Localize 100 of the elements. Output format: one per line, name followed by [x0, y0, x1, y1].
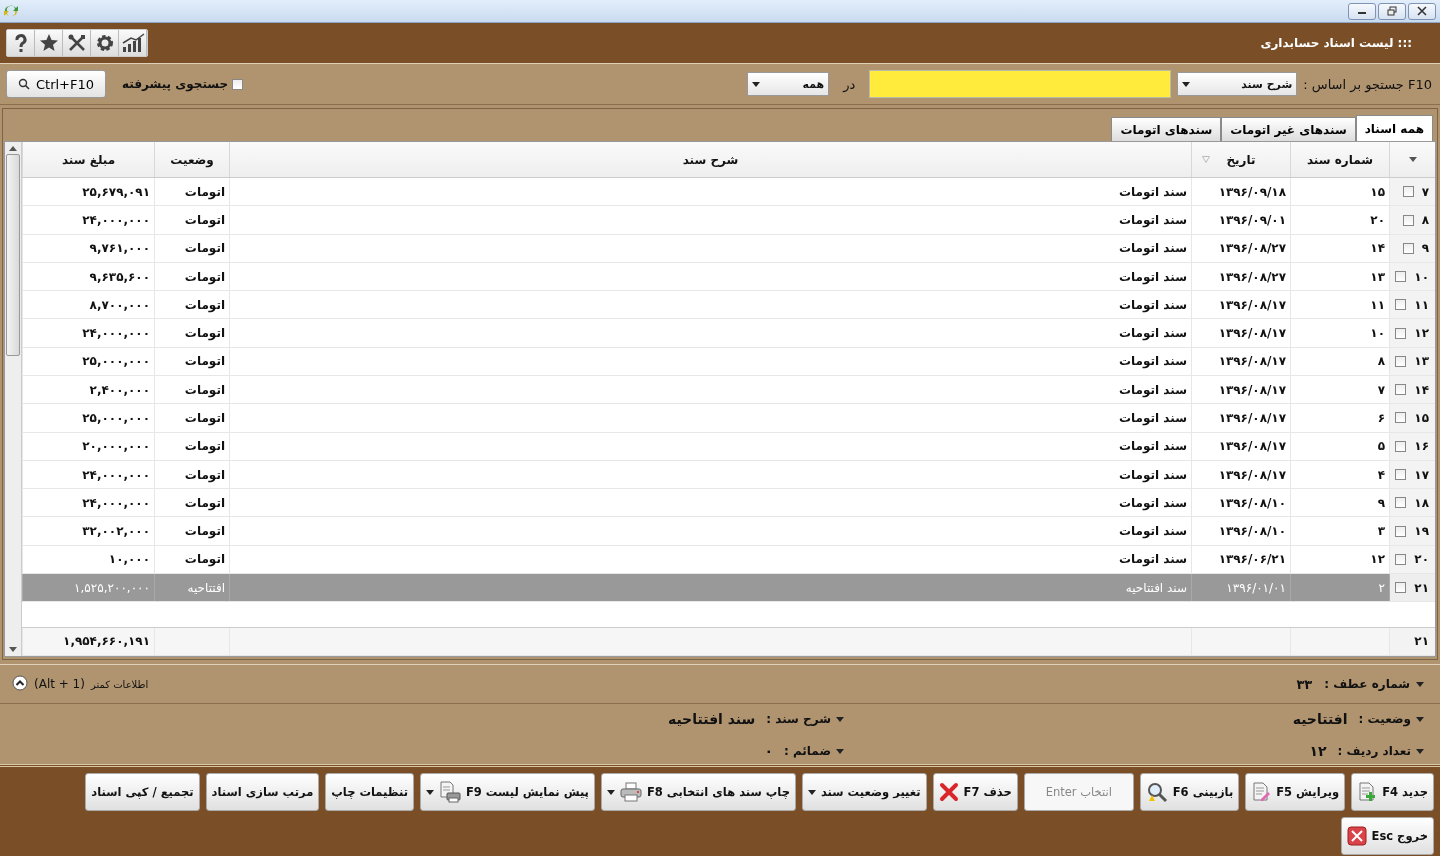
action-button[interactable]: تجمیع / کپی اسناد — [85, 773, 200, 811]
action-button[interactable]: چاپ سند های انتخابی F8 — [600, 773, 796, 811]
close-icon — [1346, 826, 1367, 846]
restore-icon — [1387, 6, 1397, 16]
help-icon[interactable] — [7, 30, 35, 56]
less-info-label: اطلاعات کمتر — [90, 678, 149, 690]
magnifier-icon — [1145, 781, 1168, 803]
table-cell: اتومات — [154, 319, 229, 347]
scroll-up-icon[interactable] — [9, 146, 17, 151]
row-checkbox[interactable] — [1402, 242, 1414, 254]
window-title: ::: لیست اسناد حسابداری — [1260, 36, 1412, 50]
row-number: ۸ — [1421, 213, 1429, 227]
table-cell: سند اتومات — [229, 517, 1191, 545]
action-button[interactable]: تنظیمات چاپ — [325, 773, 414, 811]
settings-icon[interactable] — [91, 30, 119, 56]
action-button[interactable]: ویرایش F5 — [1245, 773, 1346, 811]
row-checkbox[interactable] — [1395, 327, 1407, 339]
table-cell: اتومات — [154, 291, 229, 319]
search-field[interactable] — [869, 70, 1172, 98]
scroll-down-icon[interactable] — [9, 647, 17, 652]
table-cell: ۴ — [1290, 460, 1389, 489]
reference-number-value: ۳۳ — [1296, 676, 1313, 692]
caret-icon — [836, 748, 844, 754]
detail-value: ۰ — [763, 743, 774, 759]
action-button[interactable]: بازبینی F6 — [1139, 773, 1240, 811]
table-cell: ۸ — [1290, 347, 1389, 376]
close-icon — [1417, 6, 1427, 16]
column-header[interactable]: وضعیت — [154, 142, 229, 178]
scrollbar[interactable] — [5, 142, 22, 656]
table-cell: ۱۳۹۶/۰۸/۱۷ — [1191, 460, 1290, 489]
row-checkbox[interactable] — [1395, 497, 1407, 509]
search-by-label: F10 جستجو بر اساس : — [1303, 76, 1432, 92]
column-header[interactable]: شرح سند — [229, 142, 1191, 178]
table-cell: اتومات — [154, 460, 229, 489]
table-cell: ۱۳۹۶/۰۹/۱۸ — [1191, 178, 1290, 206]
tools-icon[interactable] — [63, 30, 91, 56]
table-cell: ۷ — [1290, 376, 1389, 404]
search-field-dropdown[interactable]: شرح سند — [1177, 72, 1298, 96]
table-cell: سند اتومات — [229, 404, 1191, 432]
table-cell: سند اتومات — [229, 460, 1191, 489]
tab[interactable]: سندهای اتومات — [1111, 117, 1222, 141]
row-checkbox[interactable] — [1402, 186, 1414, 198]
action-button[interactable]: تغییر وضعیت سند — [801, 773, 927, 811]
table-cell: سند اتومات — [229, 319, 1191, 347]
table-cell: ۱۲ — [1290, 545, 1389, 573]
table-cell: ۱۳۹۶/۰۸/۱۷ — [1191, 432, 1290, 460]
row-checkbox[interactable] — [1395, 299, 1407, 311]
row-checkbox[interactable] — [1395, 525, 1407, 537]
table-cell: ۱۳۹۶/۰۱/۰۱ — [1191, 574, 1290, 602]
column-menu-icon[interactable] — [1408, 157, 1417, 163]
row-checkbox[interactable] — [1395, 355, 1407, 367]
caret-icon — [807, 789, 816, 795]
tab[interactable]: همه اسناد — [1355, 115, 1433, 141]
minimize-button[interactable] — [1348, 2, 1376, 20]
table-cell: اتومات — [154, 404, 229, 432]
row-checkbox[interactable] — [1395, 582, 1407, 594]
action-button[interactable]: پیش نمایش لیست F9 — [420, 773, 595, 811]
row-number: ۱۰ — [1414, 269, 1429, 284]
row-checkbox[interactable] — [1395, 384, 1407, 396]
row-number: ۱۵ — [1414, 410, 1429, 425]
row-number: ۱۶ — [1414, 439, 1429, 454]
chart-icon[interactable] — [119, 30, 147, 56]
close-button[interactable] — [1408, 2, 1436, 20]
advanced-search-checkbox[interactable] — [232, 78, 244, 90]
caret-icon — [1416, 716, 1424, 722]
exit-button[interactable]: خروج Esc — [1340, 817, 1434, 855]
caret-icon — [1416, 681, 1424, 687]
row-checkbox[interactable] — [1402, 214, 1414, 226]
row-checkbox[interactable] — [1395, 440, 1407, 452]
restore-button[interactable] — [1378, 2, 1406, 20]
row-number: ۱۱ — [1414, 297, 1429, 312]
table-cell: اتومات — [154, 347, 229, 376]
row-number: ۱۸ — [1414, 495, 1429, 510]
document-printer-icon — [439, 781, 461, 803]
search-button[interactable]: Ctrl+F10 — [6, 70, 106, 98]
table-cell: ۲ — [1290, 574, 1389, 602]
row-checkbox[interactable] — [1395, 271, 1407, 283]
table-cell: ۱۳۹۶/۰۸/۱۷ — [1191, 291, 1290, 319]
row-checkbox[interactable] — [1395, 412, 1407, 424]
app-icon — [3, 4, 19, 18]
scope-dropdown[interactable]: همه — [747, 72, 830, 96]
row-checkbox[interactable] — [1395, 469, 1407, 481]
table-cell: ۶ — [1290, 404, 1389, 432]
row-number: ۲۰ — [1414, 552, 1429, 567]
detail-label: شرح سند : — [766, 712, 831, 726]
column-header[interactable]: شماره سند — [1290, 142, 1389, 178]
table-cell: اتومات — [154, 432, 229, 460]
row-checkbox[interactable] — [1395, 553, 1407, 565]
action-button[interactable]: جدید F4 — [1351, 773, 1434, 811]
column-header[interactable]: تاریخ — [1191, 142, 1290, 178]
action-button[interactable]: مرتب سازی اسناد — [205, 773, 320, 811]
printer-icon — [619, 782, 642, 802]
table-cell: سند اتومات — [229, 545, 1191, 573]
table-cell: ۱۳۹۶/۰۸/۲۷ — [1191, 234, 1290, 262]
row-number: ۱۳ — [1414, 354, 1429, 369]
action-button[interactable]: حذف F7 — [932, 773, 1018, 811]
collapse-icon[interactable] — [10, 675, 28, 693]
table-cell: ۱۵ — [1290, 178, 1389, 206]
tab[interactable]: سندهای غیر اتومات — [1221, 117, 1356, 141]
table-cell: اتومات — [154, 178, 229, 206]
